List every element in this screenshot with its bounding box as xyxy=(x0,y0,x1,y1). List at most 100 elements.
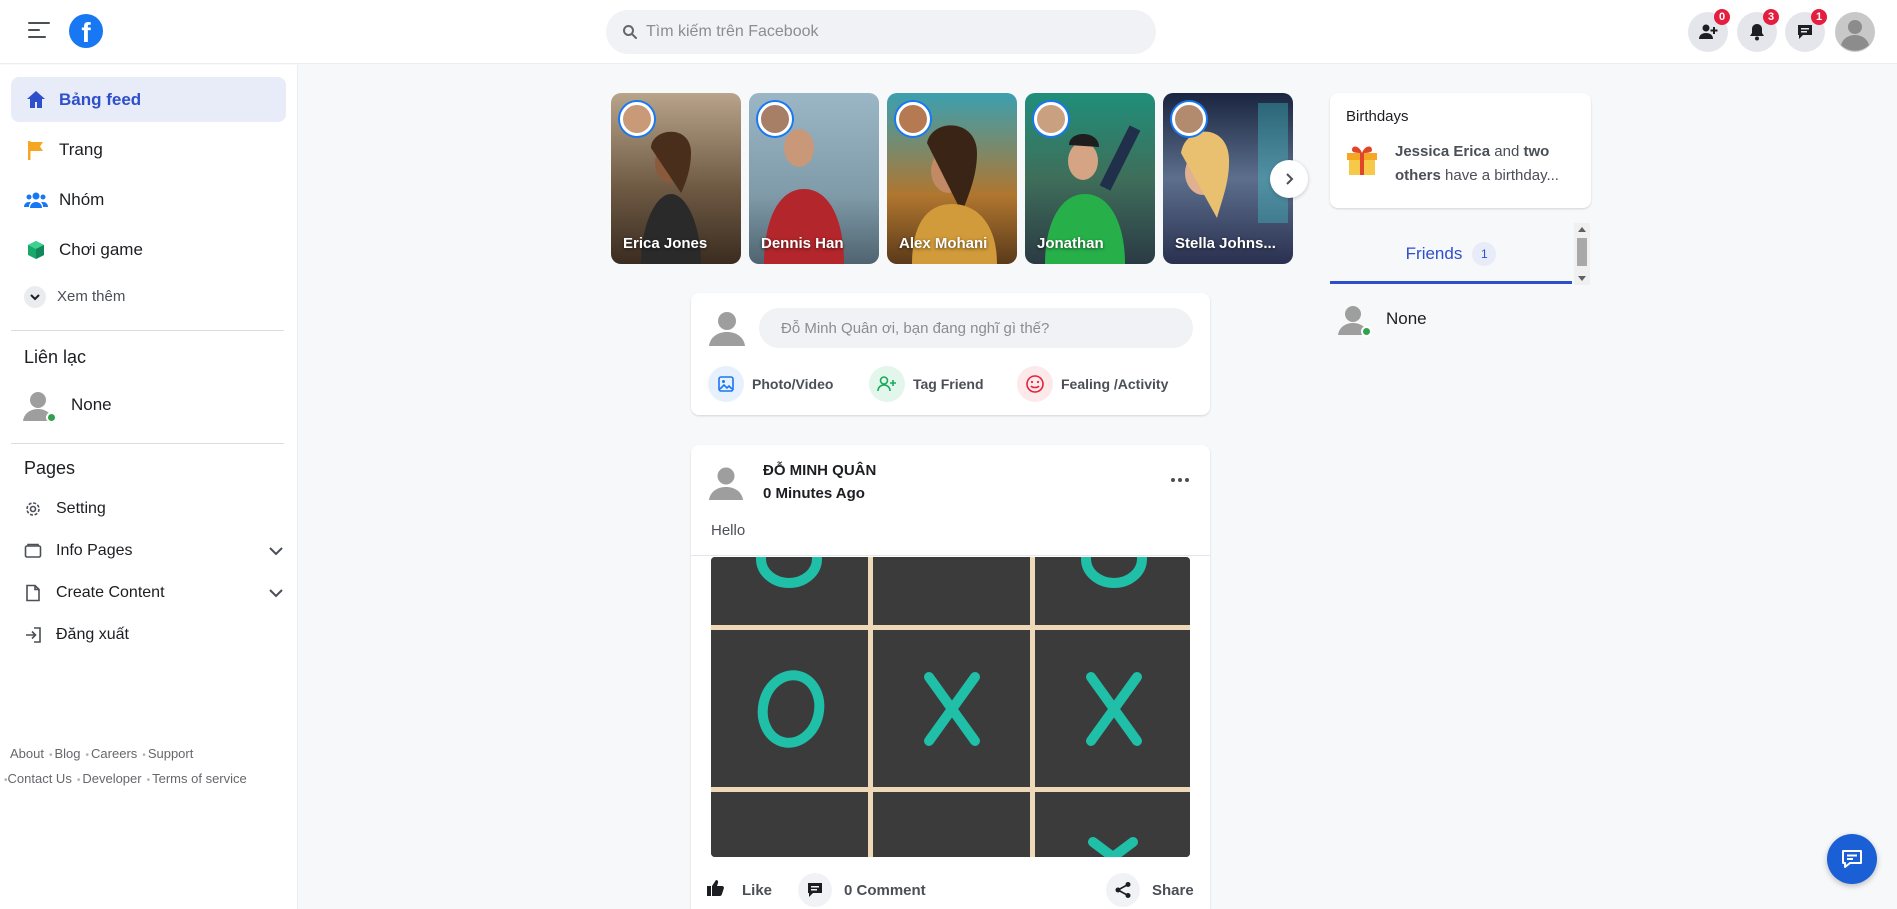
search-icon xyxy=(623,25,637,39)
facebook-logo[interactable]: f xyxy=(69,14,103,48)
page-item-info-pages[interactable]: Info Pages xyxy=(24,536,284,566)
bell-icon xyxy=(1750,24,1764,41)
left-sidebar: Bảng feed Trang Nhóm Chơi game Xem thêm … xyxy=(0,65,298,909)
search-bar[interactable] xyxy=(606,10,1156,54)
avatar xyxy=(20,387,57,423)
profile-avatar[interactable] xyxy=(1835,12,1875,52)
birthday-conjunction: and xyxy=(1490,143,1524,160)
tab-friends[interactable]: Friends 1 xyxy=(1330,226,1572,284)
avatar xyxy=(709,312,745,346)
messages-badge: 1 xyxy=(1811,9,1827,25)
nav-item-games[interactable]: Chơi game xyxy=(11,227,286,272)
page-item-label: Đăng xuất xyxy=(56,626,129,643)
avatar[interactable] xyxy=(706,462,746,502)
story-name: Alex Mohani xyxy=(899,235,988,252)
page-item-logout[interactable]: Đăng xuất xyxy=(24,620,284,650)
nav-item-groups[interactable]: Nhóm xyxy=(11,177,286,222)
scrollbar-thumb[interactable] xyxy=(1577,238,1587,266)
hamburger-menu-icon[interactable] xyxy=(28,22,50,40)
gear-icon xyxy=(24,500,42,518)
story-card[interactable]: Alex Mohani xyxy=(887,93,1017,264)
tag-friend-button[interactable]: Tag Friend xyxy=(869,365,984,403)
footer-link-terms[interactable]: Terms of service xyxy=(152,771,247,786)
page-item-create-content[interactable]: Create Content xyxy=(24,578,284,608)
stories-row: Erica Jones Dennis Han Alex Mohani Jonat… xyxy=(611,93,1293,264)
friend-list-item[interactable]: None xyxy=(1335,301,1427,337)
online-indicator xyxy=(46,412,57,423)
contact-name: None xyxy=(71,395,112,414)
feeling-activity-label: Fealing /Activity xyxy=(1061,376,1169,392)
stories-next-button[interactable] xyxy=(1270,160,1308,198)
birthday-name[interactable]: Jessica Erica xyxy=(1395,143,1490,160)
contact-item[interactable]: None xyxy=(20,387,112,423)
folder-icon xyxy=(24,542,42,560)
smiley-icon xyxy=(1017,366,1053,402)
footer-link-contact[interactable]: Contact Us xyxy=(8,771,72,786)
online-indicator xyxy=(1361,326,1372,337)
tag-friend-icon xyxy=(869,366,905,402)
birthdays-title: Birthdays xyxy=(1346,108,1409,125)
game-cube-icon xyxy=(24,238,48,262)
page-item-setting[interactable]: Setting xyxy=(24,494,284,524)
comment-button[interactable]: 0 Comment xyxy=(798,872,926,908)
notifications-badge: 3 xyxy=(1763,9,1779,25)
see-more-label: Xem thêm xyxy=(57,288,126,305)
friends-scrollbar[interactable] xyxy=(1574,223,1590,285)
birthdays-card: Birthdays Jessica Erica and two others h… xyxy=(1330,93,1591,208)
story-card[interactable]: Jonathan xyxy=(1025,93,1155,264)
document-icon xyxy=(24,584,42,602)
message-icon xyxy=(1798,25,1812,39)
story-card[interactable]: Dennis Han xyxy=(749,93,879,264)
chevron-down-icon[interactable] xyxy=(268,543,284,559)
feeling-activity-button[interactable]: Fealing /Activity xyxy=(1017,365,1168,403)
search-input[interactable] xyxy=(646,23,1126,41)
messages-button[interactable]: 1 xyxy=(1785,9,1827,52)
nav-label: Nhóm xyxy=(59,189,105,209)
tag-friend-label: Tag Friend xyxy=(913,376,984,392)
friend-requests-button[interactable]: 0 xyxy=(1688,9,1730,52)
story-avatar xyxy=(1172,102,1206,136)
post-composer: Photo/Video Tag Friend Fealing /Activity xyxy=(691,293,1210,415)
scroll-up-arrow[interactable] xyxy=(1578,227,1586,232)
like-button[interactable]: Like xyxy=(706,872,772,908)
story-name: Jonathan xyxy=(1037,235,1104,252)
post-divider xyxy=(691,555,1210,556)
story-avatar xyxy=(896,102,930,136)
footer-link-developer[interactable]: Developer xyxy=(82,771,141,786)
chat-button[interactable] xyxy=(1827,834,1877,884)
photo-video-button[interactable]: Photo/Video xyxy=(708,365,833,403)
thumbs-up-icon xyxy=(706,878,726,902)
flag-icon xyxy=(24,138,48,162)
like-label: Like xyxy=(742,881,773,899)
composer-input[interactable] xyxy=(759,308,1193,348)
gift-icon xyxy=(1347,146,1377,175)
story-card[interactable]: Erica Jones xyxy=(611,93,741,264)
nav-item-pages[interactable]: Trang xyxy=(11,127,286,172)
photo-video-label: Photo/Video xyxy=(752,376,834,392)
nav-label: Trang xyxy=(59,139,103,159)
chevron-right-icon xyxy=(1286,173,1294,185)
footer-link-support[interactable]: Support xyxy=(148,746,194,761)
share-icon xyxy=(1106,873,1140,907)
friends-tab-label: Friends xyxy=(1405,243,1463,263)
footer-link-blog[interactable]: Blog xyxy=(55,746,81,761)
see-more-button[interactable]: Xem thêm xyxy=(11,274,286,319)
footer-link-careers[interactable]: Careers xyxy=(91,746,137,761)
chevron-down-icon[interactable] xyxy=(268,585,284,601)
sidebar-divider xyxy=(11,330,284,331)
more-options-icon[interactable] xyxy=(1166,470,1194,490)
comment-label: 0 Comment xyxy=(844,881,926,899)
post-author[interactable]: ĐỖ MINH QUÂN xyxy=(763,462,876,479)
footer-links: About • Blog • Careers • Support •Contact Us • D… xyxy=(4,746,247,786)
notifications-button[interactable]: 3 xyxy=(1737,9,1779,52)
scroll-down-arrow[interactable] xyxy=(1578,276,1586,281)
groups-icon xyxy=(24,188,48,212)
page-item-label: Info Pages xyxy=(56,542,133,559)
nav-item-feed[interactable]: Bảng feed xyxy=(11,77,286,122)
footer-link-about[interactable]: About xyxy=(10,746,44,761)
nav-label: Chơi game xyxy=(59,239,143,259)
share-button[interactable]: Share xyxy=(1106,872,1194,908)
page-item-label: Setting xyxy=(56,500,106,517)
post-image-tic-tac-toe[interactable] xyxy=(711,557,1190,857)
nav-label: Bảng feed xyxy=(59,89,142,109)
